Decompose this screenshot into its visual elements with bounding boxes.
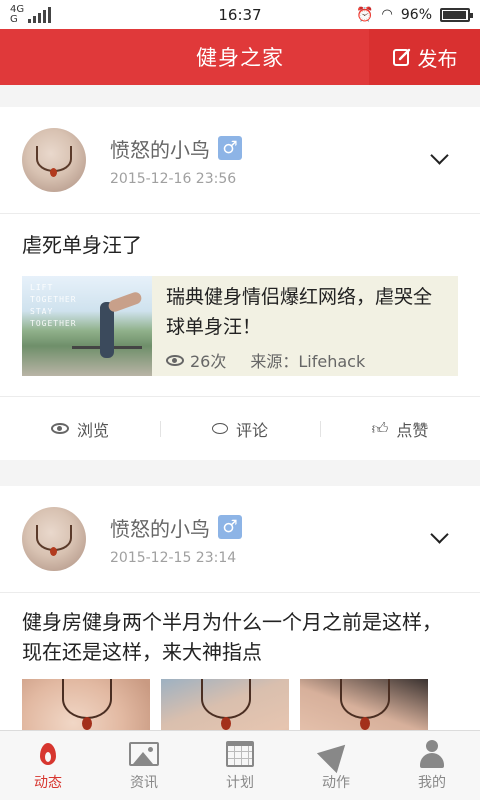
thumb-text-line: TOGETHER	[30, 319, 77, 328]
flame-icon	[40, 742, 56, 765]
browse-label: 浏览	[76, 420, 109, 440]
status-bar: 4G G 16:37 ⏰ ◠ 96%	[0, 0, 480, 29]
publish-label: 发布	[417, 46, 458, 71]
eye-icon	[50, 423, 69, 434]
nav-item-feed[interactable]: 动态	[0, 731, 96, 800]
post-card: 愤怒的小鸟 ♂ 2015-12-16 23:56 虐死单身汪了 LIFT TOG…	[0, 107, 480, 460]
nav-label: 动态	[34, 774, 62, 791]
post-text: 虐死单身汪了	[22, 233, 142, 257]
battery-percent: 96%	[400, 6, 432, 23]
app-bar: 健身之家 发布	[0, 29, 480, 85]
browse-button[interactable]: 浏览	[0, 397, 160, 460]
avatar[interactable]	[22, 128, 86, 192]
bottom-nav: 动态 资讯 计划 动作 我的	[0, 730, 480, 800]
network-type-top: 4G	[10, 3, 25, 15]
link-thumbnail: LIFT TOGETHER STAY TOGETHER	[22, 276, 152, 376]
post-header: 愤怒的小鸟 ♂ 2015-12-16 23:56	[0, 107, 480, 214]
calendar-icon	[226, 740, 254, 767]
thumb-text-line: LIFT	[30, 283, 54, 292]
post-text: 健身房健身两个半月为什么一个月之前是这样，现在还是这样，来大神指点	[22, 610, 442, 664]
feed-list[interactable]: 愤怒的小鸟 ♂ 2015-12-16 23:56 虐死单身汪了 LIFT TOG…	[0, 85, 480, 730]
nav-label: 动作	[322, 774, 350, 791]
post-photo[interactable]	[300, 679, 428, 730]
edit-icon	[392, 48, 410, 66]
post-actions: 浏览 评论 👍︎ 点赞	[0, 396, 480, 460]
battery-icon	[440, 7, 473, 22]
nav-label: 资讯	[130, 774, 158, 791]
male-gender-icon: ♂	[218, 136, 242, 160]
chevron-down-icon[interactable]	[430, 146, 449, 165]
person-icon	[419, 739, 445, 768]
nav-label: 我的	[418, 774, 446, 791]
signal-indicator: 4G G	[10, 3, 52, 25]
network-type: 4G G	[10, 3, 25, 25]
username[interactable]: 愤怒的小鸟	[110, 513, 210, 542]
view-count: 26次	[190, 352, 227, 371]
thumb-text-line: TOGETHER	[30, 295, 77, 304]
wifi-icon: ◠	[381, 7, 393, 22]
image-icon	[129, 741, 159, 766]
network-type-bottom: G	[10, 13, 18, 25]
comment-button[interactable]: 评论	[160, 397, 320, 460]
signal-bars-icon	[28, 6, 52, 23]
post-photos	[0, 667, 480, 730]
alarm-icon: ⏰	[356, 6, 374, 23]
post-header: 愤怒的小鸟 ♂ 2015-12-15 23:14	[0, 486, 480, 593]
paper-plane-icon	[316, 734, 356, 773]
post-date: 2015-12-15 23:14	[110, 549, 237, 566]
chevron-down-icon[interactable]	[430, 525, 449, 544]
page-title: 健身之家	[196, 46, 284, 70]
post-photo[interactable]	[161, 679, 289, 730]
like-button[interactable]: 👍︎ 点赞	[320, 397, 480, 460]
comment-icon	[211, 423, 228, 434]
nav-item-profile[interactable]: 我的	[384, 731, 480, 800]
avatar[interactable]	[22, 507, 86, 571]
eye-icon	[166, 354, 184, 366]
thumb-text-line: STAY	[30, 307, 54, 316]
nav-item-plan[interactable]: 计划	[192, 731, 288, 800]
comment-label: 评论	[235, 420, 268, 440]
post-photo[interactable]	[22, 679, 150, 730]
username[interactable]: 愤怒的小鸟	[110, 134, 210, 163]
nav-item-moves[interactable]: 动作	[288, 731, 384, 800]
post-date: 2015-12-16 23:56	[110, 170, 237, 187]
thumbs-up-icon: 👍︎	[371, 418, 389, 438]
shared-link-card[interactable]: LIFT TOGETHER STAY TOGETHER 瑞典健身情侣爆红网络，虐…	[22, 276, 458, 376]
nav-item-news[interactable]: 资讯	[96, 731, 192, 800]
like-label: 点赞	[396, 420, 429, 440]
nav-label: 计划	[226, 774, 254, 791]
link-title: 瑞典健身情侣爆红网络，虐哭全球单身汪！	[166, 286, 433, 338]
post-card: 愤怒的小鸟 ♂ 2015-12-15 23:14 健身房健身两个半月为什么一个月…	[0, 486, 480, 730]
male-gender-icon: ♂	[218, 515, 242, 539]
link-source: 来源：Lifehack	[250, 352, 366, 371]
publish-button[interactable]: 发布	[369, 29, 480, 85]
